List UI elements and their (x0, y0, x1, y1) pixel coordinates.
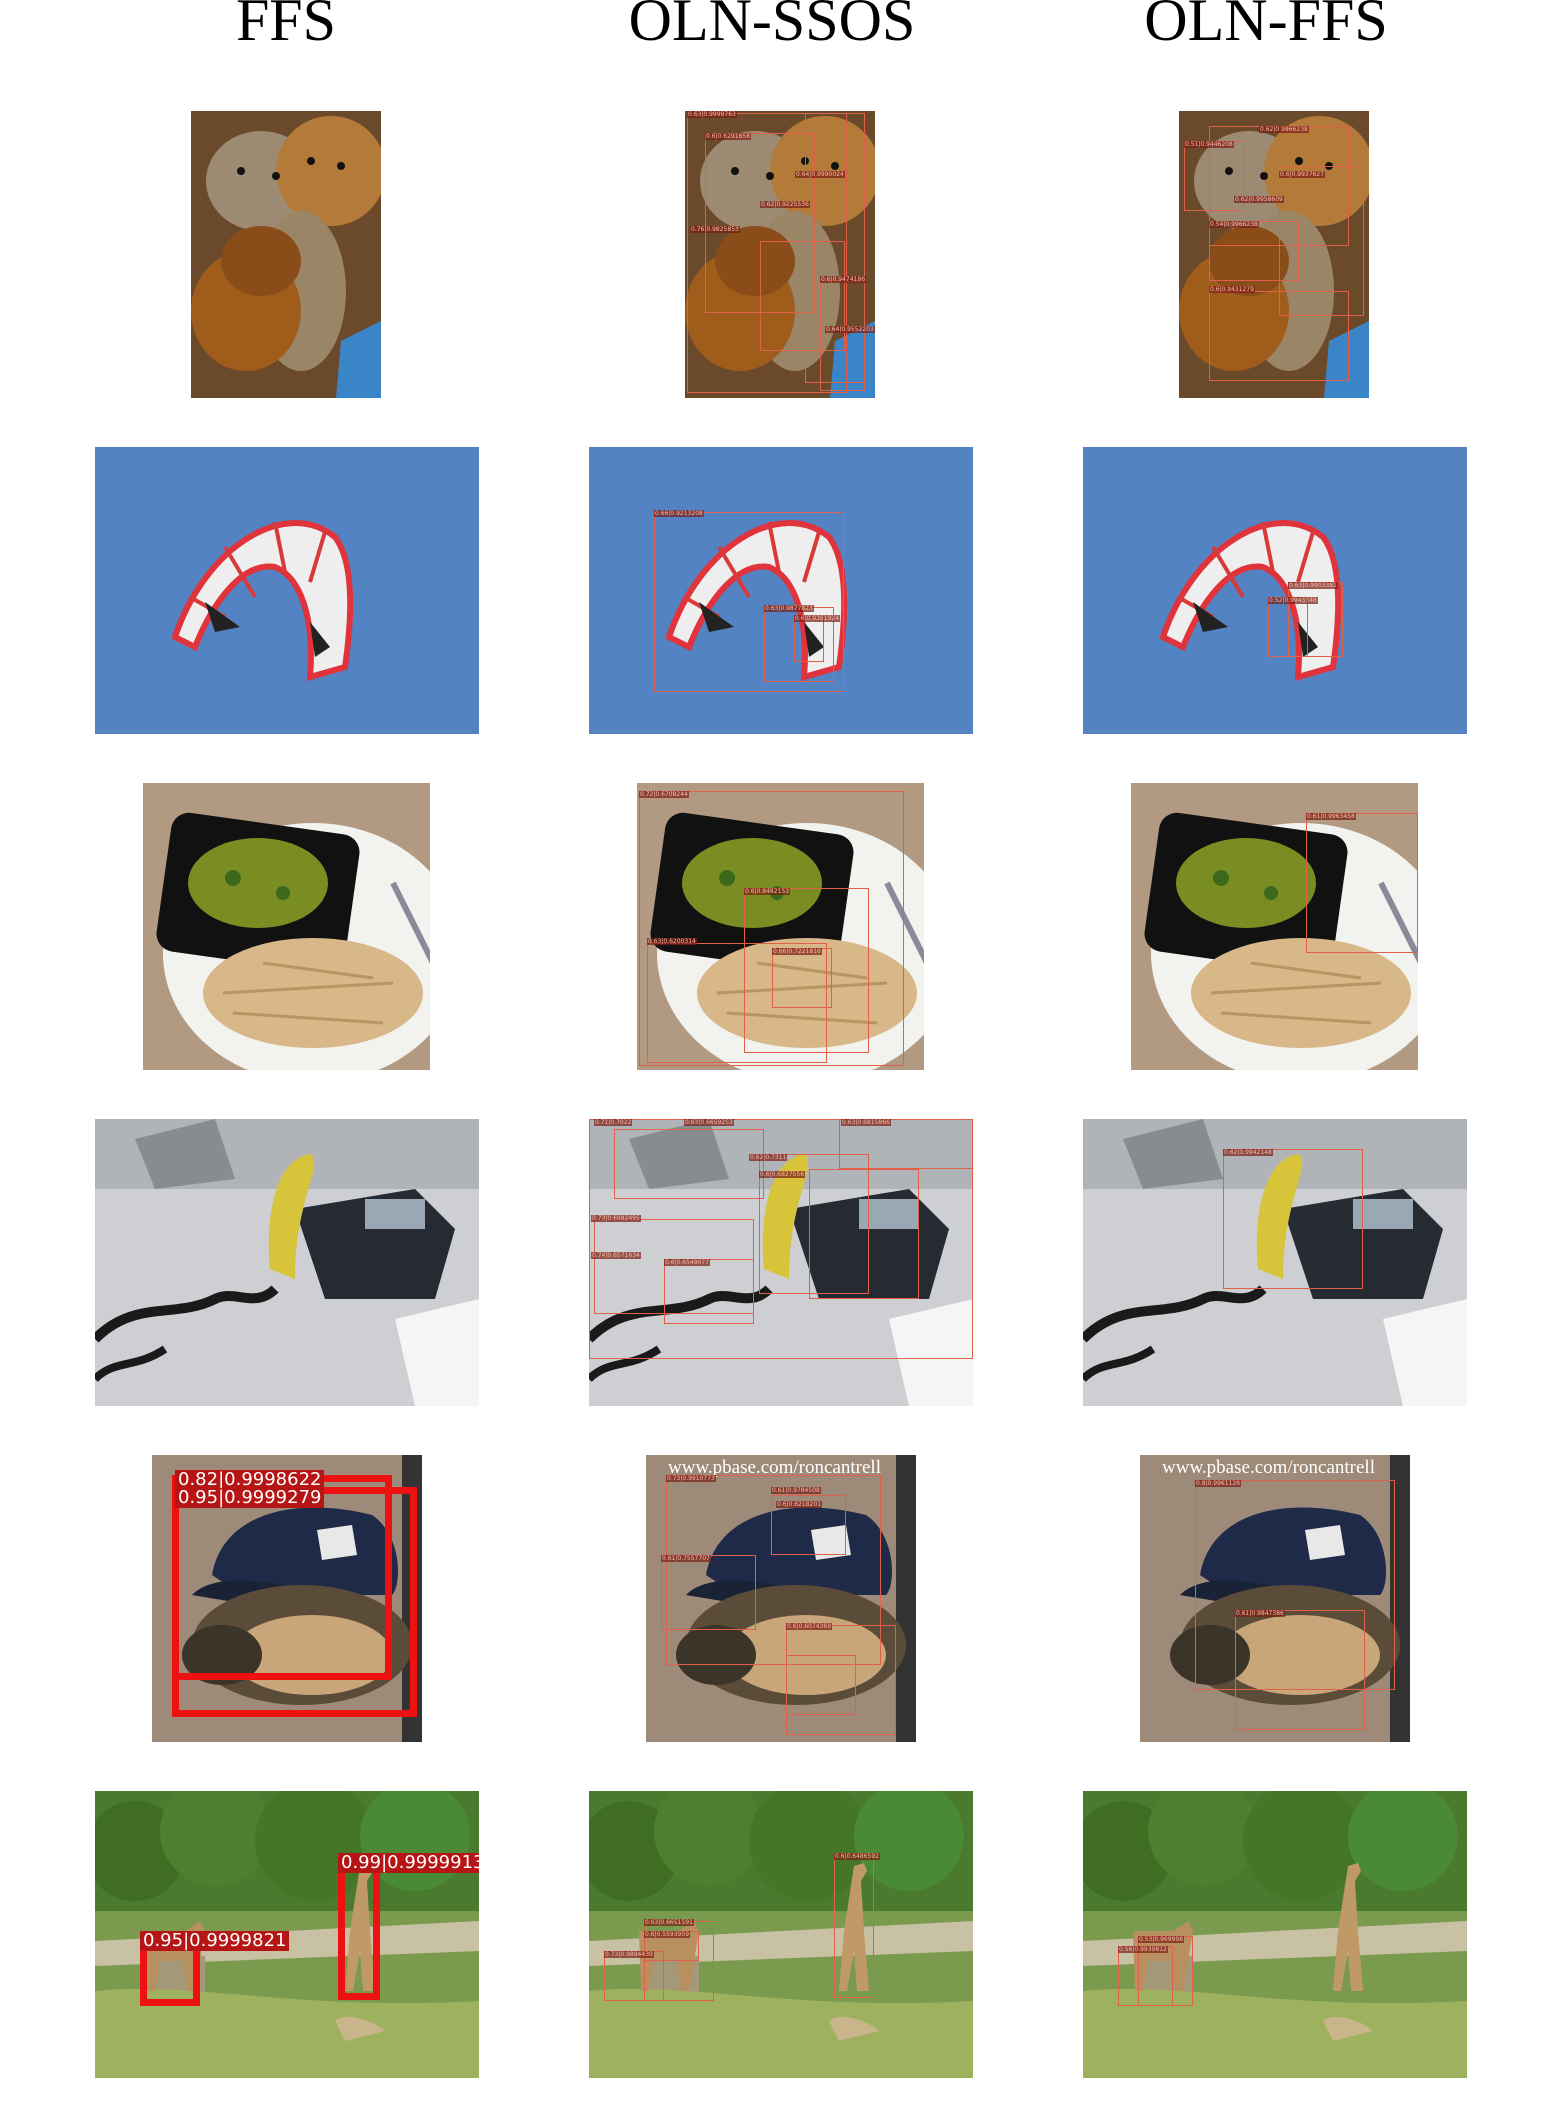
detection-box (786, 1655, 856, 1715)
score-label: 0.6|0.6827556 (759, 1171, 806, 1178)
score-label: 0.66|0.7221816 (772, 948, 822, 955)
detection-box (614, 1129, 764, 1199)
score-label: 0.6|0.6074369 (786, 1623, 833, 1630)
detection-box (604, 1951, 664, 2001)
score-label: 0.63|0.9999763 (687, 111, 737, 118)
score-label: 0.62|0.9958609 (1234, 196, 1284, 203)
score-label: 0.63|0.6651591 (644, 1919, 694, 1926)
score-label: 0.6|0.9937627 (1279, 171, 1326, 178)
score-label: 0.61|0.9963458 (1306, 813, 1356, 820)
score-label: 0.61|0.9847386 (1235, 1610, 1285, 1617)
column-header-ffs: FFS (235, 0, 337, 53)
score-label: 0.64|0.9552203 (825, 326, 875, 333)
photo-ffs-cap: 0.82|0.9998622 0.95|0.9999279 (152, 1455, 422, 1742)
detection-box (820, 281, 865, 391)
score-label: 0.6|0.9361924 (794, 615, 841, 622)
score-label: 0.63|0.9903381 (1288, 582, 1338, 589)
score-label: 0.6|0.5593959 (644, 1931, 691, 1938)
detection-box (809, 1169, 919, 1299)
score-label: 0.64|0.9990024 (795, 171, 845, 178)
score-label: 0.6|0.6291858 (705, 133, 752, 140)
photo-ffs-food (143, 783, 430, 1070)
detection-box (661, 1555, 756, 1630)
column-header-oln-ssos: OLN-SSOS (628, 0, 916, 53)
detection-box (1235, 1610, 1365, 1730)
score-label: 0.53|0.969998 (1138, 1936, 1185, 1943)
column-header-oln-ffs: OLN-FFS (1144, 0, 1388, 53)
score-label: 0.52|0.9943346 (1268, 597, 1318, 604)
detection-box (794, 617, 824, 662)
detection-box (834, 1853, 874, 1998)
detection-box (772, 948, 832, 1008)
detection-box (172, 1487, 417, 1717)
photo-ssos-giraffes: 0.6|0.6486592 0.63|0.6651591 0.6|0.55939… (589, 1791, 973, 2078)
score-label: 0.73|0.6982495 (591, 1215, 641, 1222)
score-label: 0.72|0.6708244 (639, 791, 689, 798)
photo-oln-ffs-teddy-bears: 0.62|0.9966238 0.51|0.9446208 0.6|0.9937… (1179, 111, 1369, 398)
score-label: 0.66|0.9213208 (654, 510, 704, 517)
score-label: 0.62|0.9225536 (760, 201, 810, 208)
score-label: 0.6|0.9474186 (820, 276, 867, 283)
detection-box (1268, 597, 1308, 657)
photo-ffs-kite (95, 447, 479, 734)
watermark: www.pbase.com/roncantrell (1162, 1457, 1375, 1478)
score-label: 0.6|0.6218201 (776, 1501, 823, 1508)
score-label: 0.95|0.9999279 (175, 1488, 325, 1508)
detection-box (1223, 1149, 1363, 1289)
detection-box (1306, 813, 1418, 953)
detection-box (839, 1119, 973, 1169)
photo-ssos-kite: 0.66|0.9213208 0.63|0.9877823 0.6|0.9361… (589, 447, 973, 734)
score-label: 0.56|0.9939812 (1118, 1946, 1168, 1953)
score-label: 0.63|0.6659253 (684, 1119, 734, 1126)
score-label: 0.61|0.9784508 (771, 1487, 821, 1494)
detection-box (338, 1853, 380, 2000)
score-label: 0.62|0.9966238 (1259, 126, 1309, 133)
detection-box (1209, 291, 1349, 381)
score-label: 0.99|0.9999913 (338, 1853, 479, 1873)
photo-ssos-teddy-bears: 0.63|0.9999763 0.6|0.6291858 0.64|0.9990… (685, 111, 875, 398)
score-label: 0.76|0.9825853 (690, 226, 740, 233)
score-label: 0.73|0.9894439 (604, 1951, 654, 1958)
score-label: 0.71|0.7022 (594, 1119, 633, 1126)
detection-box (1118, 1946, 1173, 2006)
photo-ffs-giraffes: 0.99|0.9999913 0.95|0.9999821 (95, 1791, 479, 2078)
photo-ffs-teddy-bears (191, 111, 381, 398)
score-label: 0.6|0.6549077 (664, 1259, 711, 1266)
score-label: 0.6|0.6486592 (834, 1853, 881, 1860)
score-label: 0.62|0.7311 (749, 1154, 788, 1161)
score-label: 0.95|0.9999821 (140, 1931, 290, 1951)
detection-box (1209, 221, 1299, 281)
photo-ssos-phone: 0.71|0.7022 0.63|0.6659253 0.63|0.681586… (589, 1119, 973, 1406)
score-label: 0.51|0.9446208 (1184, 141, 1234, 148)
score-label: 0.54|0.9966238 (1209, 221, 1259, 228)
photo-ffs-phone (95, 1119, 479, 1406)
photo-oln-ffs-cap: www.pbase.com/roncantrell 0.8|0.9961126 … (1140, 1455, 1410, 1742)
score-label: 0.73|0.9910773 (666, 1475, 716, 1482)
detection-box (664, 1259, 754, 1324)
score-label: 0.61|0.7557707 (661, 1555, 711, 1562)
score-label: 0.63|0.6815866 (841, 1119, 891, 1126)
photo-ssos-food: 0.72|0.6708244 0.6|0.8482153 0.63|0.6200… (637, 783, 924, 1070)
photo-oln-ffs-giraffes: 0.53|0.969998 0.56|0.9939812 (1083, 1791, 1467, 2078)
photo-oln-ffs-food: 0.61|0.9963458 (1131, 783, 1418, 1070)
photo-ssos-cap: www.pbase.com/roncantrell 0.73|0.9910773… (646, 1455, 916, 1742)
score-label: 0.63|0.9877823 (764, 605, 814, 612)
score-label: 0.63|0.6200314 (647, 938, 697, 945)
photo-oln-ffs-kite: 0.63|0.9903381 0.52|0.9943346 (1083, 447, 1467, 734)
score-label: 0.74|0.6571634 (591, 1252, 641, 1259)
score-label: 0.8|0.9961126 (1195, 1480, 1242, 1487)
score-label: 0.62|0.9942148 (1223, 1149, 1273, 1156)
photo-oln-ffs-phone: 0.62|0.9942148 (1083, 1119, 1467, 1406)
score-label: 0.6|0.8482153 (744, 888, 791, 895)
score-label: 0.6|0.9431279 (1209, 286, 1256, 293)
